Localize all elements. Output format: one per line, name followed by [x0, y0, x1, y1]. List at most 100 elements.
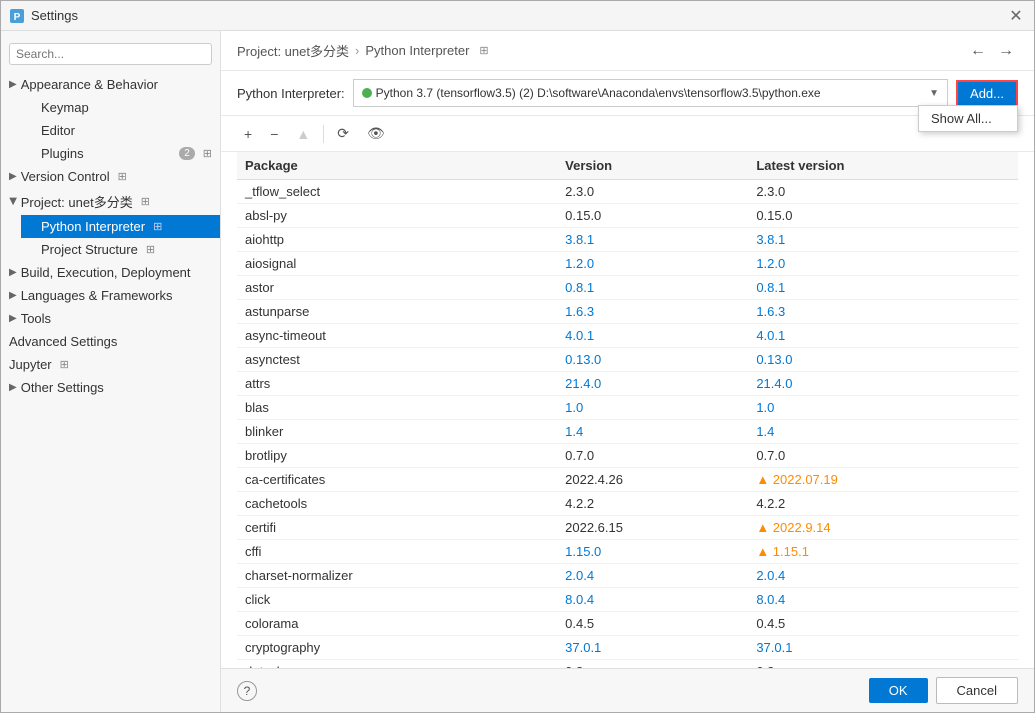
table-row[interactable]: attrs21.4.021.4.0 — [237, 372, 1018, 396]
cancel-button[interactable]: Cancel — [936, 677, 1018, 704]
table-row[interactable]: ca-certificates2022.4.26▲ 2022.07.19 — [237, 468, 1018, 492]
close-button[interactable]: ✕ — [1006, 6, 1026, 26]
back-button[interactable]: ← — [966, 42, 990, 60]
cell-package: cffi — [237, 540, 557, 564]
refresh-button[interactable]: ⟳ — [330, 122, 356, 145]
breadcrumb-project: Project: unet多分类 — [237, 41, 349, 60]
packages-tbody: _tflow_select2.3.02.3.0absl-py0.15.00.15… — [237, 180, 1018, 669]
col-version[interactable]: Version — [557, 152, 748, 180]
cell-version: 1.2.0 — [557, 252, 748, 276]
sidebar-item-tools[interactable]: ▶ Tools — [1, 307, 220, 330]
search-box[interactable] — [9, 43, 212, 65]
table-row[interactable]: astor0.8.10.8.1 — [237, 276, 1018, 300]
sidebar-item-plugins[interactable]: Plugins 2 ⊞ — [21, 142, 220, 165]
add-interpreter-button[interactable]: Add... — [956, 80, 1018, 107]
cell-latest: 0.7.0 — [748, 444, 1018, 468]
cell-package: aiosignal — [237, 252, 557, 276]
sidebar-item-jupyter[interactable]: Jupyter ⊞ — [1, 353, 220, 376]
ok-button[interactable]: OK — [869, 678, 928, 703]
show-all-item[interactable]: Show All... — [919, 106, 1017, 131]
settings-window: P Settings ✕ ▶ Appearance & Behavior Key… — [0, 0, 1035, 713]
table-row[interactable]: aiosignal1.2.01.2.0 — [237, 252, 1018, 276]
plugins-badge: 2 — [179, 147, 195, 160]
dropdown-menu: Show All... — [918, 105, 1018, 132]
cell-version: 1.6.3 — [557, 300, 748, 324]
cell-latest: 0.8 — [748, 660, 1018, 669]
eye-icon: 👁 — [367, 125, 385, 141]
add-package-button[interactable]: + — [237, 123, 259, 145]
sidebar-item-advanced[interactable]: Advanced Settings — [1, 330, 220, 353]
cell-package: cachetools — [237, 492, 557, 516]
sidebar-item-project[interactable]: ▶ Project: unet多分类 ⊞ — [1, 188, 220, 215]
remove-package-button[interactable]: − — [263, 123, 285, 145]
sidebar-item-python-interpreter[interactable]: Python Interpreter ⊞ — [21, 215, 220, 238]
interpreter-select[interactable]: Python 3.7 (tensorflow3.5) (2) D:\softwa… — [353, 79, 948, 107]
sidebar-item-keymap[interactable]: Keymap — [21, 96, 220, 119]
table-row[interactable]: click8.0.48.0.4 — [237, 588, 1018, 612]
table-row[interactable]: aiohttp3.8.13.8.1 — [237, 228, 1018, 252]
cell-latest: 37.0.1 — [748, 636, 1018, 660]
plugins-icon: ⊞ — [203, 147, 212, 160]
cell-version: 21.4.0 — [557, 372, 748, 396]
sidebar-item-build[interactable]: ▶ Build, Execution, Deployment — [1, 261, 220, 284]
cell-latest: 0.15.0 — [748, 204, 1018, 228]
sidebar-item-version-control[interactable]: ▶ Version Control ⊞ — [1, 165, 220, 188]
sidebar-item-appearance[interactable]: ▶ Appearance & Behavior — [1, 73, 220, 96]
sidebar-label: Keymap — [41, 100, 89, 115]
table-row[interactable]: colorama0.4.50.4.5 — [237, 612, 1018, 636]
cell-package: charset-normalizer — [237, 564, 557, 588]
table-row[interactable]: blas1.01.0 — [237, 396, 1018, 420]
table-row[interactable]: astunparse1.6.31.6.3 — [237, 300, 1018, 324]
search-input[interactable] — [9, 43, 212, 65]
cell-package: aiohttp — [237, 228, 557, 252]
eye-button[interactable]: 👁 — [360, 122, 392, 145]
table-row[interactable]: cffi1.15.0▲ 1.15.1 — [237, 540, 1018, 564]
sidebar-item-languages[interactable]: ▶ Languages & Frameworks — [1, 284, 220, 307]
table-header-row: Package Version Latest version — [237, 152, 1018, 180]
svg-text:P: P — [14, 12, 21, 23]
cell-latest: 2.0.4 — [748, 564, 1018, 588]
vc-icon: ⊞ — [118, 170, 127, 183]
cell-package: astunparse — [237, 300, 557, 324]
table-row[interactable]: cachetools4.2.24.2.2 — [237, 492, 1018, 516]
col-package[interactable]: Package — [237, 152, 557, 180]
cell-version: 0.4.5 — [557, 612, 748, 636]
cell-version: 1.15.0 — [557, 540, 748, 564]
cell-version: 2.0.4 — [557, 564, 748, 588]
col-latest[interactable]: Latest version — [748, 152, 1018, 180]
sidebar-label: Other Settings — [21, 380, 104, 395]
cell-latest: 0.13.0 — [748, 348, 1018, 372]
refresh-icon: ⟳ — [337, 125, 349, 141]
table-row[interactable]: blinker1.41.4 — [237, 420, 1018, 444]
cell-latest: 2.3.0 — [748, 180, 1018, 204]
cell-version: 2022.6.15 — [557, 516, 748, 540]
sidebar-item-other-settings[interactable]: ▶ Other Settings — [1, 376, 220, 399]
help-button[interactable]: ? — [237, 681, 257, 701]
table-row[interactable]: absl-py0.15.00.15.0 — [237, 204, 1018, 228]
cell-version: 4.2.2 — [557, 492, 748, 516]
table-row[interactable]: asynctest0.13.00.13.0 — [237, 348, 1018, 372]
sidebar-label: Appearance & Behavior — [21, 77, 158, 92]
titlebar: P Settings ✕ — [1, 1, 1034, 31]
cell-package: dataclasses — [237, 660, 557, 669]
table-row[interactable]: certifi2022.6.15▲ 2022.9.14 — [237, 516, 1018, 540]
sidebar-item-editor[interactable]: Editor — [21, 119, 220, 142]
expand-arrow: ▶ — [9, 171, 17, 182]
upgrade-package-button[interactable]: ▲ — [289, 123, 317, 145]
table-row[interactable]: cryptography37.0.137.0.1 — [237, 636, 1018, 660]
breadcrumb-separator: › — [355, 43, 359, 58]
toolbar-separator — [323, 125, 324, 143]
table-row[interactable]: brotlipy0.7.00.7.0 — [237, 444, 1018, 468]
sidebar-item-project-structure[interactable]: Project Structure ⊞ — [21, 238, 220, 261]
interpreter-bar: Python Interpreter: Python 3.7 (tensorfl… — [221, 71, 1034, 116]
cell-package: attrs — [237, 372, 557, 396]
forward-button[interactable]: → — [994, 42, 1018, 60]
sidebar-label: Tools — [21, 311, 51, 326]
table-row[interactable]: async-timeout4.0.14.0.1 — [237, 324, 1018, 348]
cell-package: astor — [237, 276, 557, 300]
table-row[interactable]: charset-normalizer2.0.42.0.4 — [237, 564, 1018, 588]
cell-latest: ▲ 2022.07.19 — [748, 468, 1018, 492]
table-row[interactable]: _tflow_select2.3.02.3.0 — [237, 180, 1018, 204]
sidebar-label: Editor — [41, 123, 75, 138]
table-row[interactable]: dataclasses0.80.8 — [237, 660, 1018, 669]
